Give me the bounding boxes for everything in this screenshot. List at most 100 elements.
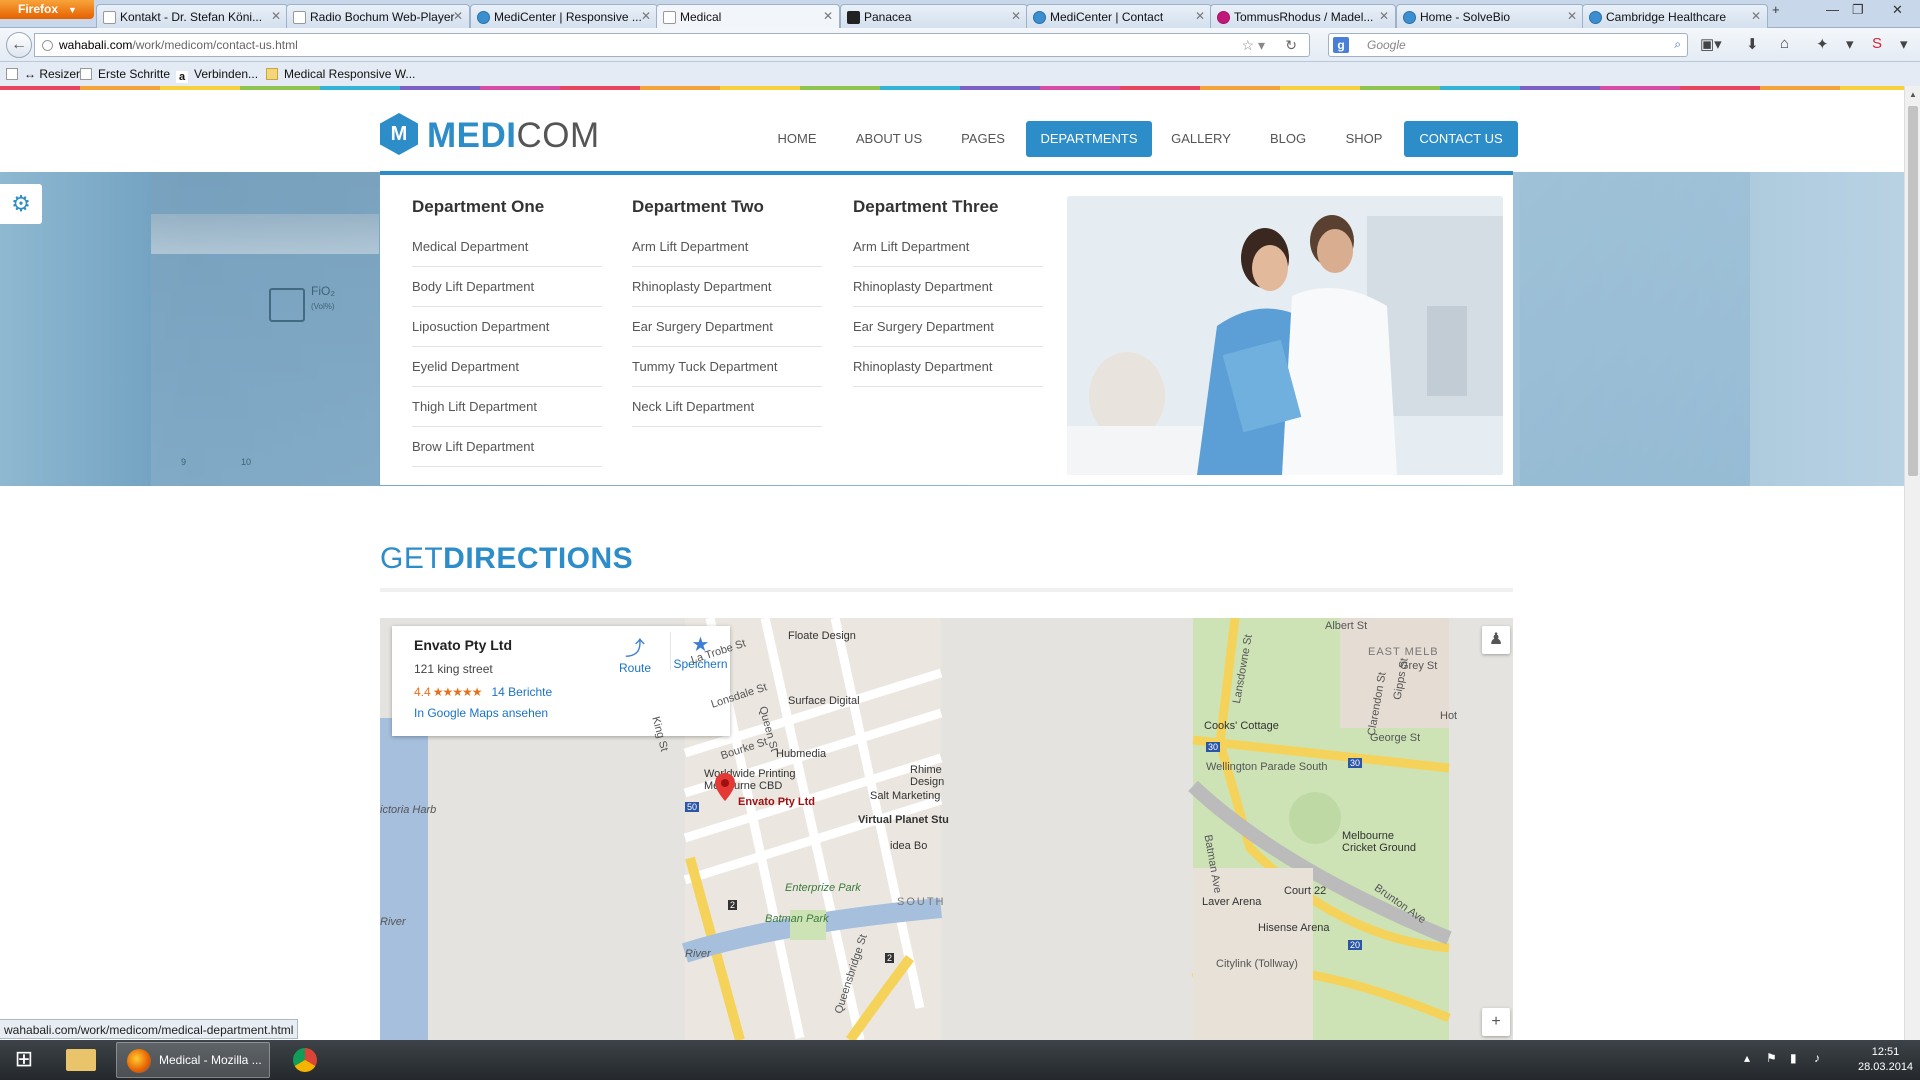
- system-clock[interactable]: 12:51 28.03.2014: [1858, 1045, 1913, 1075]
- restore-icon[interactable]: ❐: [1852, 2, 1864, 18]
- close-window-icon[interactable]: ✕: [1892, 2, 1903, 18]
- tab-solvebio[interactable]: Home - SolveBio ✕: [1396, 4, 1584, 28]
- search-icon[interactable]: ⌕: [1674, 37, 1681, 52]
- dept-link[interactable]: Medical Department: [412, 227, 602, 267]
- page-icon: [6, 68, 18, 80]
- monitor-number: 10: [241, 457, 252, 467]
- dept-link[interactable]: Rhinoplasty Department: [632, 267, 822, 307]
- home-icon[interactable]: ⌂: [1780, 35, 1789, 52]
- close-icon[interactable]: ✕: [1379, 9, 1389, 23]
- close-icon[interactable]: ✕: [1195, 9, 1205, 23]
- tab-medicenter-contact[interactable]: MediCenter | Contact ✕: [1026, 4, 1212, 28]
- windows-start-icon[interactable]: ⊞: [6, 1046, 42, 1076]
- map-label: Laver Arena: [1202, 896, 1262, 908]
- tab-tommusrhodus[interactable]: TommusRhodus / Madel... ✕: [1210, 4, 1396, 28]
- map-pin-icon[interactable]: [715, 773, 735, 801]
- dept-link[interactable]: Rhinoplasty Department: [853, 267, 1043, 307]
- google-map[interactable]: Envato Pty Ltd 121 king street 4.4 ★★★★★ 1…: [380, 618, 1513, 1040]
- logo-hex-icon[interactable]: M: [380, 113, 418, 155]
- flag-icon[interactable]: ⚑: [1766, 1051, 1777, 1065]
- nav-about-us[interactable]: ABOUT US: [848, 121, 930, 157]
- dept-link[interactable]: Arm Lift Department: [853, 227, 1043, 267]
- department-column-one: Department One Medical Department Body L…: [412, 197, 602, 467]
- bookmark-label: Verbinden...: [194, 67, 259, 81]
- dept-link[interactable]: Liposuction Department: [412, 307, 602, 347]
- tab-medical[interactable]: Medical ✕: [656, 4, 840, 28]
- route-shield: 30: [1206, 742, 1221, 752]
- back-arrow-icon[interactable]: ←: [6, 32, 32, 58]
- view-in-google-maps-link[interactable]: In Google Maps ansehen: [414, 706, 730, 720]
- addon-icon[interactable]: ✦: [1816, 35, 1829, 53]
- close-icon[interactable]: ✕: [1011, 9, 1021, 23]
- page-icon: [103, 11, 116, 24]
- scrollbar-thumb[interactable]: [1908, 106, 1918, 476]
- minimize-icon[interactable]: —: [1826, 2, 1839, 17]
- addon-s-icon[interactable]: S: [1872, 35, 1882, 52]
- tab-cambridge-healthcare[interactable]: Cambridge Healthcare ✕: [1582, 4, 1768, 28]
- scroll-up-icon[interactable]: ▲: [1909, 90, 1917, 99]
- bookmark-verbinden[interactable]: a Verbinden...: [176, 67, 258, 83]
- nav-shop[interactable]: SHOP: [1336, 121, 1392, 157]
- close-icon[interactable]: ✕: [823, 9, 833, 23]
- logo-bold: MEDI: [427, 116, 517, 155]
- dept-link[interactable]: Ear Surgery Department: [632, 307, 822, 347]
- volume-icon[interactable]: ♪: [1814, 1051, 1820, 1065]
- tab-kontakt[interactable]: Kontakt - Dr. Stefan Köni... ✕: [96, 4, 288, 28]
- zoom-in-button[interactable]: +: [1482, 1008, 1510, 1036]
- bookmark-star-icon[interactable]: ☆ ▾: [1242, 37, 1265, 54]
- bookmark-medical-responsive[interactable]: Medical Responsive W...: [266, 67, 415, 81]
- tray-arrow-icon[interactable]: ▴: [1744, 1051, 1750, 1065]
- close-icon[interactable]: ✕: [271, 9, 281, 23]
- new-tab-icon[interactable]: +: [1772, 2, 1780, 17]
- site-logo[interactable]: MEDICOM: [427, 116, 600, 156]
- dept-link[interactable]: Body Lift Department: [412, 267, 602, 307]
- close-icon[interactable]: ✕: [1567, 9, 1577, 23]
- solvebio-icon: [1403, 11, 1416, 24]
- map-label: Floate Design: [788, 630, 856, 642]
- dept-link[interactable]: Arm Lift Department: [632, 227, 822, 267]
- firefox-taskbar-button[interactable]: Medical - Mozilla ...: [116, 1042, 270, 1078]
- dept-link[interactable]: Thigh Lift Department: [412, 387, 602, 427]
- dept-link[interactable]: Rhinoplasty Department: [853, 347, 1043, 387]
- menu-icon[interactable]: ▾: [1900, 35, 1908, 53]
- download-icon[interactable]: ⬇: [1746, 35, 1759, 53]
- close-icon[interactable]: ✕: [641, 9, 651, 23]
- close-icon[interactable]: ✕: [1751, 9, 1761, 23]
- nav-home[interactable]: HOME: [766, 121, 828, 157]
- search-bar[interactable]: g Google ⌕: [1328, 33, 1688, 57]
- route-button[interactable]: ⤴ Route: [610, 632, 660, 675]
- network-icon[interactable]: ▮: [1790, 1051, 1797, 1065]
- overflow-icon[interactable]: ▾: [1846, 35, 1854, 53]
- url-bar[interactable]: wahabali.com/work/medicom/contact-us.htm…: [34, 33, 1310, 57]
- dept-link[interactable]: Ear Surgery Department: [853, 307, 1043, 347]
- settings-gear-icon[interactable]: ⚙: [0, 184, 42, 224]
- page-scrollbar[interactable]: ▲: [1904, 86, 1920, 1040]
- tab-medicenter-responsive[interactable]: MediCenter | Responsive ... ✕: [470, 4, 658, 28]
- street-view-pegman-icon[interactable]: ♟: [1482, 626, 1510, 654]
- dept-link[interactable]: Tummy Tuck Department: [632, 347, 822, 387]
- map-label: Design: [910, 776, 945, 788]
- reload-icon[interactable]: ↻: [1285, 37, 1297, 54]
- nav-contact-us[interactable]: CONTACT US: [1404, 121, 1518, 157]
- clock-time: 12:51: [1871, 1046, 1900, 1058]
- dept-link[interactable]: Neck Lift Department: [632, 387, 822, 427]
- bookmarks-menu-icon[interactable]: ▣▾: [1700, 35, 1722, 53]
- close-icon[interactable]: ✕: [453, 9, 463, 23]
- reviews-link[interactable]: 14 Berichte: [491, 685, 552, 699]
- nav-departments[interactable]: DEPARTMENTS: [1026, 121, 1152, 157]
- file-explorer-button[interactable]: [56, 1042, 106, 1078]
- firefox-menu-button[interactable]: Firefox ▼: [0, 0, 94, 19]
- chrome-taskbar-button[interactable]: [280, 1042, 330, 1078]
- nav-blog[interactable]: BLOG: [1260, 121, 1316, 157]
- firefox-icon: [127, 1049, 151, 1073]
- dept-link[interactable]: Brow Lift Department: [412, 427, 602, 467]
- tab-panacea[interactable]: Panacea ✕: [840, 4, 1028, 28]
- heading-bold: DIRECTIONS: [443, 542, 634, 575]
- dept-link[interactable]: Eyelid Department: [412, 347, 602, 387]
- nav-gallery[interactable]: GALLERY: [1166, 121, 1236, 157]
- bookmark-resizer[interactable]: ↔ Resizer: [6, 67, 80, 81]
- bookmark-erste-schritte[interactable]: Erste Schritte: [80, 67, 170, 81]
- tab-radio-bochum[interactable]: Radio Bochum Web-Player ✕: [286, 4, 470, 28]
- nav-pages[interactable]: PAGES: [952, 121, 1014, 157]
- route-shield: 50: [685, 802, 700, 812]
